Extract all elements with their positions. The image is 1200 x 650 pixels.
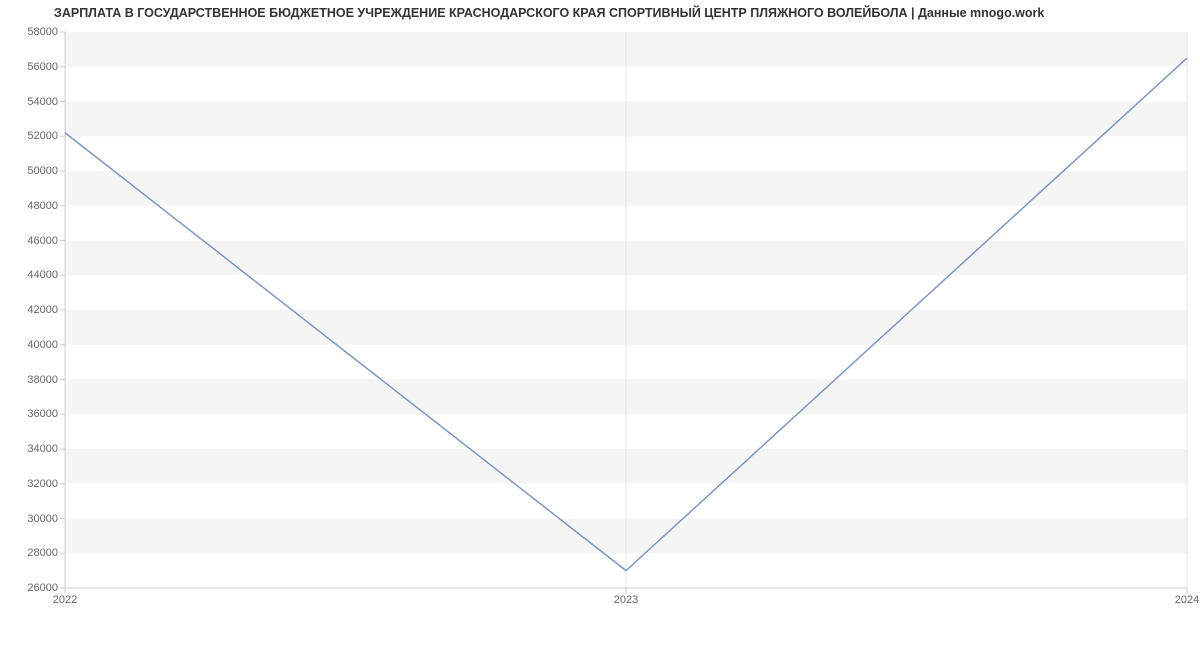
- y-tick-label: 50000: [27, 165, 58, 177]
- y-tick-label: 46000: [27, 235, 58, 247]
- x-tick-label: 2022: [53, 594, 77, 606]
- y-tick-label: 36000: [27, 408, 58, 420]
- plot-area: [65, 32, 1187, 588]
- x-tick-label: 2023: [614, 594, 638, 606]
- x-tick-label: 2024: [1175, 594, 1199, 606]
- chart-svg: [65, 32, 1187, 588]
- chart-container: ЗАРПЛАТА В ГОСУДАРСТВЕННОЕ БЮДЖЕТНОЕ УЧР…: [0, 0, 1200, 650]
- y-tick-label: 56000: [27, 61, 58, 73]
- y-tick-label: 52000: [27, 130, 58, 142]
- chart-title: ЗАРПЛАТА В ГОСУДАРСТВЕННОЕ БЮДЖЕТНОЕ УЧР…: [54, 6, 1044, 20]
- y-tick-label: 54000: [27, 96, 58, 108]
- y-tick-label: 58000: [27, 26, 58, 38]
- y-tick-label: 30000: [27, 513, 58, 525]
- y-tick-label: 26000: [27, 582, 58, 594]
- y-tick-label: 42000: [27, 304, 58, 316]
- y-tick-label: 38000: [27, 374, 58, 386]
- y-tick-label: 44000: [27, 269, 58, 281]
- y-tick-label: 28000: [27, 547, 58, 559]
- y-tick-label: 34000: [27, 443, 58, 455]
- y-tick-label: 32000: [27, 478, 58, 490]
- y-tick-label: 48000: [27, 200, 58, 212]
- y-tick-label: 40000: [27, 339, 58, 351]
